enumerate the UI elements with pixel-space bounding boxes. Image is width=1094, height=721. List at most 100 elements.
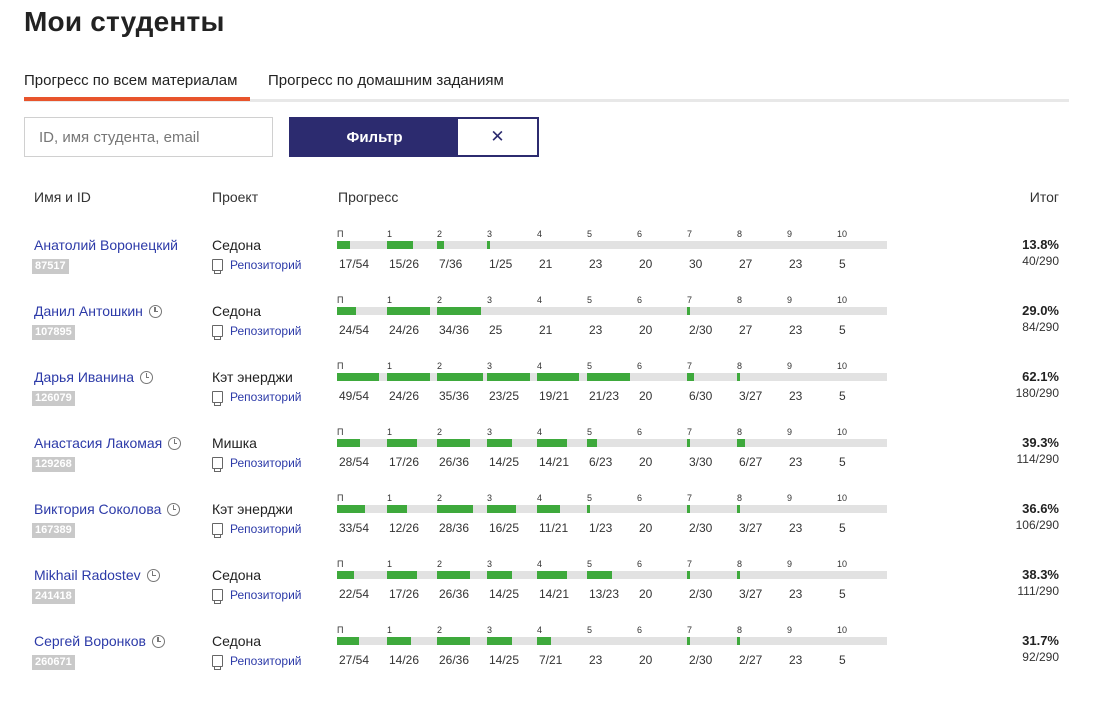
progress-segment: П 17/54 <box>337 229 387 281</box>
clock-icon <box>140 370 154 384</box>
student-name-link[interactable]: Дарья Иванина <box>34 369 154 385</box>
progress-track <box>387 307 437 315</box>
progress-track <box>587 373 637 381</box>
student-name-link[interactable]: Анастасия Лакомая <box>34 435 182 451</box>
progress-segment: 6 20 <box>637 427 687 479</box>
progress-track <box>437 241 487 249</box>
segment-label: 10 <box>837 361 848 371</box>
progress-track <box>687 439 737 447</box>
segment-value: 7/36 <box>439 257 463 271</box>
segment-label: 7 <box>687 625 693 635</box>
progress-segment: 5 6/23 <box>587 427 637 479</box>
repository-link[interactable]: Репозиторий <box>212 654 302 670</box>
total-percent: 31.7% <box>1022 633 1059 648</box>
progress-segment: 10 5 <box>837 493 887 545</box>
progress-fill <box>387 637 411 645</box>
progress-segment: 8 3/27 <box>737 493 787 545</box>
student-id-badge: 107895 <box>32 325 75 340</box>
repository-link[interactable]: Репозиторий <box>212 390 302 406</box>
student-name: Анатолий Воронецкий <box>34 237 178 253</box>
segment-label: 10 <box>837 229 848 239</box>
progress-fill <box>437 241 444 249</box>
segment-label: 8 <box>737 625 743 635</box>
repository-link[interactable]: Репозиторий <box>212 456 302 472</box>
segment-value: 19/21 <box>539 389 570 403</box>
project-name: Мишка <box>212 435 257 451</box>
progress-track <box>587 241 637 249</box>
progress-segment: 8 2/27 <box>737 625 787 677</box>
segment-label: 8 <box>737 559 743 569</box>
repository-label: Репозиторий <box>230 324 302 338</box>
progress-fill <box>737 373 740 381</box>
repository-link[interactable]: Репозиторий <box>212 522 302 538</box>
segment-label: 5 <box>587 295 593 305</box>
progress-track <box>837 439 887 447</box>
progress-segment: 9 23 <box>787 493 837 545</box>
progress-segment: 1 24/26 <box>387 361 437 413</box>
progress-track <box>737 373 787 381</box>
progress-track <box>587 307 637 315</box>
progress-segment: 2 28/36 <box>437 493 487 545</box>
progress-segment: 2 7/36 <box>437 229 487 281</box>
progress-fill <box>587 505 590 513</box>
segment-value: 20 <box>639 587 653 601</box>
progress-track <box>437 307 487 315</box>
total-count: 111/290 <box>1017 584 1059 598</box>
progress-track <box>337 571 387 579</box>
clock-icon <box>151 634 165 648</box>
progress-segment: П 49/54 <box>337 361 387 413</box>
segment-label: 3 <box>487 625 493 635</box>
student-name-link[interactable]: Анатолий Воронецкий <box>34 237 178 253</box>
student-name-link[interactable]: Mikhail Radostev <box>34 567 160 583</box>
segment-value: 5 <box>839 323 846 337</box>
segment-label: 2 <box>437 361 443 371</box>
progress-track <box>837 571 887 579</box>
filter-button[interactable]: Фильтр <box>291 119 458 155</box>
student-name-link[interactable]: Виктория Соколова <box>34 501 181 517</box>
segment-label: 1 <box>387 427 393 437</box>
repository-link[interactable]: Репозиторий <box>212 324 302 340</box>
progress-track <box>787 571 837 579</box>
progress-segment: 4 21 <box>537 229 587 281</box>
segment-value: 26/36 <box>439 455 470 469</box>
progress-segment: 9 23 <box>787 427 837 479</box>
segment-label: 5 <box>587 229 593 239</box>
segment-value: 23 <box>789 455 803 469</box>
repository-link[interactable]: Репозиторий <box>212 258 302 274</box>
search-input[interactable] <box>24 117 273 157</box>
student-name-link[interactable]: Сергей Воронков <box>34 633 165 649</box>
segment-label: 7 <box>687 559 693 569</box>
segment-label: 3 <box>487 427 493 437</box>
segment-value: 11/21 <box>539 521 569 535</box>
repository-label: Репозиторий <box>230 258 302 272</box>
progress-segment: 5 23 <box>587 229 637 281</box>
progress-segment: 8 6/27 <box>737 427 787 479</box>
segment-label: 5 <box>587 493 593 503</box>
progress-track <box>837 307 887 315</box>
segment-value: 2/30 <box>689 323 713 337</box>
progress-fill <box>687 637 690 645</box>
progress-track <box>587 439 637 447</box>
segment-label: 3 <box>487 559 493 569</box>
progress-segment: 6 20 <box>637 229 687 281</box>
tab-homework[interactable]: Прогресс по домашним заданиям <box>268 72 504 101</box>
segment-value: 5 <box>839 389 846 403</box>
segment-label: 9 <box>787 229 793 239</box>
tab-all-materials[interactable]: Прогресс по всем материалам <box>24 72 250 101</box>
segment-label: 4 <box>537 229 543 239</box>
student-name-link[interactable]: Данил Антошкин <box>34 303 162 319</box>
segment-label: 4 <box>537 295 543 305</box>
repository-link[interactable]: Репозиторий <box>212 588 302 604</box>
progress-fill <box>587 571 613 579</box>
progress-fill <box>487 373 530 381</box>
segment-value: 23 <box>789 323 803 337</box>
progress-track <box>387 439 437 447</box>
segment-label: 7 <box>687 427 693 437</box>
segment-label: П <box>337 361 344 371</box>
progress-fill <box>437 637 471 645</box>
segment-label: П <box>337 559 344 569</box>
progress-track <box>487 505 537 513</box>
progress-track <box>537 637 587 645</box>
clear-filter-button[interactable]: ✕ <box>458 119 537 155</box>
table-row: Дарья Иванина 126079 Кэт энерджи Репозитори… <box>0 361 1094 433</box>
